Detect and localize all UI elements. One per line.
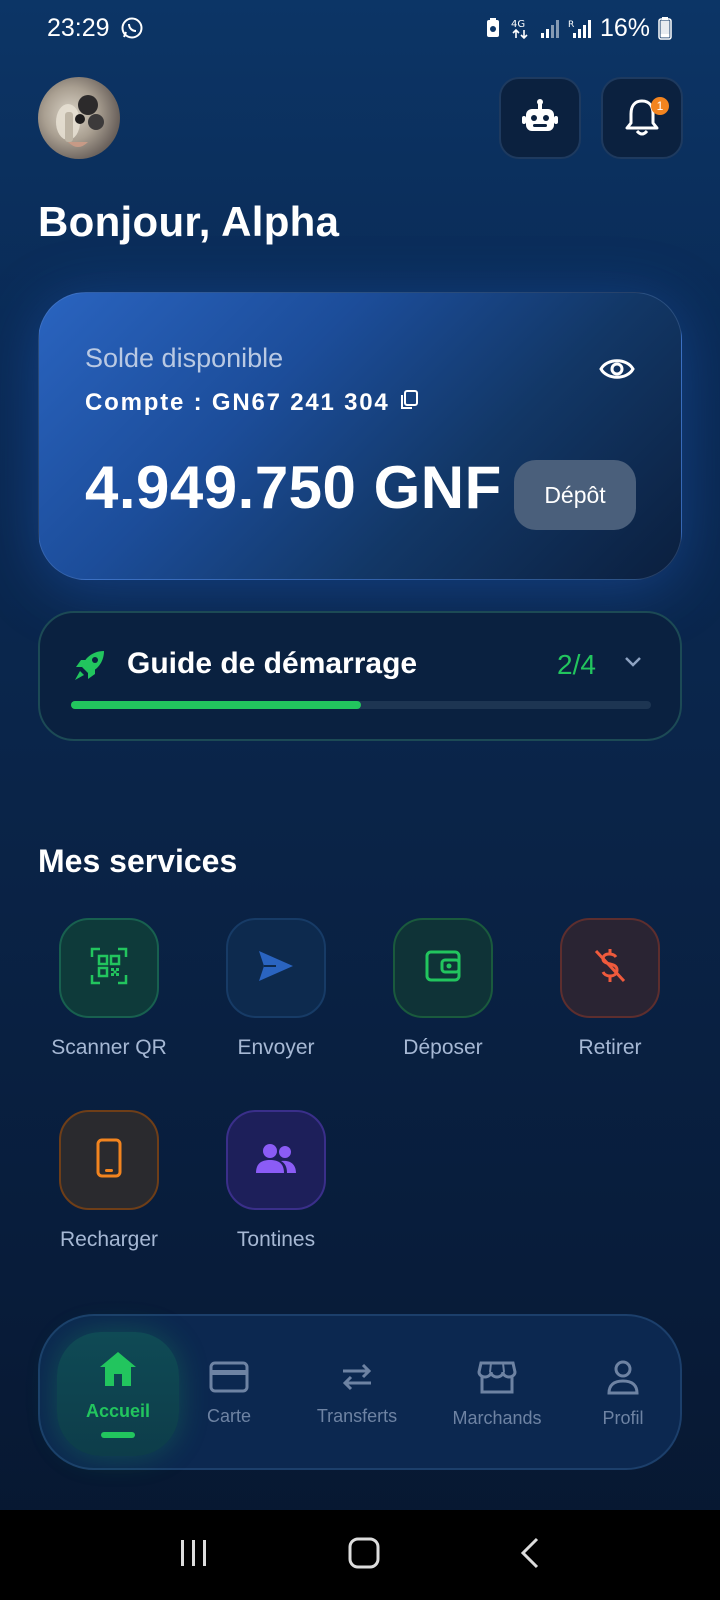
service-tontines[interactable]: Tontines bbox=[196, 1110, 356, 1252]
avatar[interactable] bbox=[38, 77, 120, 159]
send-icon bbox=[256, 948, 296, 989]
service-label: Tontines bbox=[236, 1228, 316, 1251]
balance-amount: 4.949.750 GNF bbox=[85, 454, 502, 521]
services-title: Mes services bbox=[38, 843, 238, 879]
eye-icon[interactable] bbox=[599, 355, 635, 388]
service-tile[interactable] bbox=[393, 918, 493, 1018]
phone-icon bbox=[95, 1138, 123, 1183]
system-nav-bar bbox=[0, 1510, 720, 1600]
nav-item-carte[interactable]: Carte bbox=[188, 1316, 270, 1472]
whatsapp-icon bbox=[120, 16, 144, 40]
guide-progress-count: 2/4 bbox=[557, 649, 596, 680]
svg-text:4G: 4G bbox=[511, 19, 525, 30]
card-icon bbox=[209, 1361, 249, 1398]
nav-label: Accueil bbox=[85, 1401, 151, 1421]
guide-progress-fill bbox=[71, 701, 361, 709]
service-label: Scanner QR bbox=[51, 1036, 167, 1059]
wallet-icon bbox=[424, 948, 462, 989]
nav-label: Marchands bbox=[452, 1408, 542, 1428]
notification-badge: 1 bbox=[651, 97, 669, 115]
svg-text:R: R bbox=[568, 20, 574, 30]
service-tile[interactable] bbox=[226, 918, 326, 1018]
guide-progress-bar bbox=[71, 701, 651, 709]
bottom-nav: Accueil Carte Transferts Marchands Profi… bbox=[38, 1314, 682, 1470]
account-number: Compte : GN67 241 304 bbox=[85, 389, 418, 417]
nav-label: Transferts bbox=[316, 1406, 398, 1426]
service-label: Retirer bbox=[578, 1036, 642, 1059]
battery-saver-icon bbox=[484, 17, 502, 39]
chevron-down-icon[interactable] bbox=[623, 651, 643, 676]
nav-item-marchands[interactable]: Marchands bbox=[446, 1316, 548, 1472]
getting-started-guide[interactable]: Guide de démarrage 2/4 bbox=[38, 611, 682, 741]
no-dollar-icon bbox=[592, 947, 628, 990]
service-label: Envoyer bbox=[237, 1036, 315, 1059]
service-envoyer[interactable]: Envoyer bbox=[196, 918, 356, 1060]
back-icon[interactable] bbox=[518, 1536, 542, 1575]
home-icon bbox=[98, 1350, 138, 1393]
service-retirer[interactable]: Retirer bbox=[530, 918, 690, 1060]
service-label: Recharger bbox=[59, 1228, 159, 1251]
nav-item-profil[interactable]: Profil bbox=[590, 1316, 656, 1472]
battery-percent: 16% bbox=[599, 13, 650, 42]
qr-icon bbox=[89, 946, 129, 991]
store-icon bbox=[477, 1359, 517, 1400]
rocket-icon bbox=[72, 647, 108, 688]
nav-label: Profil bbox=[602, 1408, 644, 1428]
signal-icon bbox=[540, 17, 560, 39]
deposit-button[interactable]: Dépôt bbox=[514, 460, 636, 530]
robot-icon bbox=[520, 97, 560, 140]
service-tile[interactable] bbox=[59, 1110, 159, 1210]
active-indicator bbox=[101, 1432, 135, 1438]
greeting-title: Bonjour, Alpha bbox=[38, 198, 340, 245]
status-time: 23:29 bbox=[47, 13, 110, 42]
service-scanner-qr[interactable]: Scanner QR bbox=[29, 918, 189, 1060]
service-tile[interactable] bbox=[560, 918, 660, 1018]
balance-card: Solde disponible Compte : GN67 241 304 4… bbox=[38, 292, 682, 580]
service-tile[interactable] bbox=[59, 918, 159, 1018]
group-icon bbox=[254, 1141, 298, 1180]
recent-apps-icon[interactable] bbox=[178, 1538, 210, 1573]
signal-roaming-icon: R bbox=[568, 17, 592, 39]
nav-label: Carte bbox=[206, 1406, 251, 1426]
network-4g-icon: 4G bbox=[510, 16, 532, 40]
assistant-bot-button[interactable] bbox=[499, 77, 581, 159]
service-tile[interactable] bbox=[226, 1110, 326, 1210]
balance-label: Solde disponible bbox=[85, 343, 284, 373]
copy-icon[interactable] bbox=[400, 389, 418, 417]
battery-icon bbox=[658, 16, 672, 40]
nav-item-transferts[interactable]: Transferts bbox=[302, 1316, 412, 1472]
service-deposer[interactable]: Déposer bbox=[363, 918, 523, 1060]
person-icon bbox=[606, 1359, 640, 1400]
nav-item-accueil[interactable]: Accueil bbox=[57, 1332, 179, 1456]
status-bar: 23:29 4G R 16% bbox=[0, 0, 720, 56]
service-label: Déposer bbox=[403, 1036, 483, 1059]
notifications-button[interactable]: 1 bbox=[601, 77, 683, 159]
account-text: Compte : GN67 241 304 bbox=[85, 389, 390, 416]
guide-title: Guide de démarrage bbox=[127, 647, 418, 680]
home-button-icon[interactable] bbox=[347, 1536, 381, 1575]
service-recharger[interactable]: Recharger bbox=[29, 1110, 189, 1252]
transfer-icon bbox=[339, 1361, 375, 1398]
